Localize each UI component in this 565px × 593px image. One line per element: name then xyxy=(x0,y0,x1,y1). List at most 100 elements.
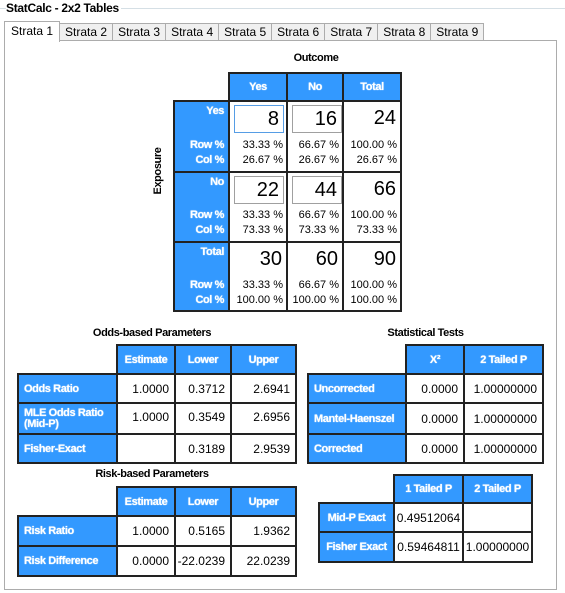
tab-strata-4[interactable]: Strata 4 xyxy=(166,23,220,41)
row-pct-value: 66.67 % xyxy=(298,279,339,291)
col-pct-value: 73.33 % xyxy=(298,224,339,236)
risk-header-lower: Lower xyxy=(174,486,232,517)
row-header-yes: Yes Row % Col % xyxy=(173,100,230,173)
col-pct-label: Col % xyxy=(195,294,224,306)
risk-value: 22.0239 xyxy=(230,545,297,577)
col-pct-label: Col % xyxy=(195,154,224,166)
risk-value: 1.0000 xyxy=(116,515,176,547)
col-pct-value: 26.67 % xyxy=(356,154,397,166)
col-pct-value: 26.67 % xyxy=(298,154,339,166)
risk-title: Risk-based Parameters xyxy=(95,468,209,480)
row-header-no-label: No xyxy=(210,176,224,188)
cell-total-outcome-no: 60 66.67 % 100.00 % xyxy=(286,241,344,312)
tests-header-2-tailed-p: 2 Tailed P xyxy=(463,344,544,375)
row-pct-value: 33.33 % xyxy=(242,139,283,151)
row-header-total: Total Row % Col % xyxy=(173,241,230,312)
risk-value: 1.9362 xyxy=(230,515,297,547)
risk-value: 0.5165 xyxy=(174,515,232,547)
col-pct-value: 100.00 % xyxy=(350,294,397,306)
col-pct-value: 26.67 % xyxy=(242,154,283,166)
row-total-value: 24 xyxy=(373,107,396,129)
risk-header-upper: Upper xyxy=(230,486,297,517)
col-pct-label: Col % xyxy=(195,224,224,236)
grand-total-value: 90 xyxy=(373,248,396,270)
tab-strata-5[interactable]: Strata 5 xyxy=(219,23,273,41)
tests-title: Statistical Tests xyxy=(387,327,464,339)
cell-exposed-yes-outcome-yes: 8 33.33 % 26.67 % xyxy=(228,100,288,173)
row-pct-value: 100.00 % xyxy=(350,139,397,151)
risk-row-label: Risk Difference xyxy=(17,545,118,577)
exact-value: 0.59464811 xyxy=(393,531,464,563)
row-pct-value: 66.67 % xyxy=(298,139,339,151)
row-pct-label: Row % xyxy=(189,139,224,151)
row-pct-value: 33.33 % xyxy=(242,209,283,221)
odds-row-label: Fisher-Exact xyxy=(17,433,118,464)
odds-value: 2.9539 xyxy=(230,433,297,464)
tab-strata-9[interactable]: Strata 9 xyxy=(431,23,485,41)
col-header-no: No xyxy=(286,72,344,102)
col-header-yes: Yes xyxy=(228,72,288,102)
tab-strata-6[interactable]: Strata 6 xyxy=(272,23,326,41)
odds-value: 0.3712 xyxy=(174,373,232,404)
cell-exposed-no-outcome-no: 44 66.67 % 73.33 % xyxy=(286,171,344,243)
tests-row-label: Uncorrected xyxy=(307,373,407,404)
odds-header-estimate: Estimate xyxy=(116,344,176,375)
tests-row-label: Corrected xyxy=(307,433,407,464)
exposure-label: Exposure xyxy=(152,147,164,195)
row-pct-label: Row % xyxy=(189,279,224,291)
cell-grand-total: 90 100.00 % 100.00 % xyxy=(342,241,402,312)
odds-value: 1.0000 xyxy=(116,373,176,404)
tab-strata-2[interactable]: Strata 2 xyxy=(60,23,114,41)
odds-value: 2.6941 xyxy=(230,373,297,404)
tests-value: 1.00000000 xyxy=(463,433,544,464)
col-pct-value: 73.33 % xyxy=(356,224,397,236)
risk-value: -22.0239 xyxy=(174,545,232,577)
risk-value: 0.0000 xyxy=(116,545,176,577)
odds-row-label: MLE Odds Ratio (Mid-P) xyxy=(17,402,118,435)
col-total-value: 60 xyxy=(315,248,338,270)
col-pct-value: 100.00 % xyxy=(292,294,339,306)
exact-value xyxy=(462,502,533,533)
odds-title: Odds-based Parameters xyxy=(92,327,212,339)
odds-value: 0.3549 xyxy=(174,402,232,435)
tests-header-chi-square: X² xyxy=(405,344,465,375)
tests-value: 0.0000 xyxy=(405,402,465,435)
cell-exposed-no-total: 66 100.00 % 73.33 % xyxy=(342,171,402,243)
tab-strata-3[interactable]: Strata 3 xyxy=(113,23,167,41)
exact-value: 0.49512064 xyxy=(393,502,464,533)
outcome-label: Outcome xyxy=(293,52,339,64)
tests-row-label: Mantel-Haenszel xyxy=(307,402,407,435)
row-header-no: No Row % Col % xyxy=(173,171,230,243)
cell-exposed-yes-outcome-no: 16 66.67 % 26.67 % xyxy=(286,100,344,173)
exact-header-1-tailed-p: 1 Tailed P xyxy=(393,474,464,504)
tab-strata-8[interactable]: Strata 8 xyxy=(378,23,432,41)
strata-tabs: Strata 1 Strata 2 Strata 3 Strata 4 Stra… xyxy=(4,21,485,42)
tab-strata-7[interactable]: Strata 7 xyxy=(325,23,379,41)
count-c-input[interactable]: 22 xyxy=(234,176,284,204)
count-b-input[interactable]: 16 xyxy=(292,105,342,133)
col-pct-value: 73.33 % xyxy=(242,224,283,236)
row-pct-value: 100.00 % xyxy=(350,279,397,291)
group-title: StatCalc - 2x2 Tables xyxy=(6,1,121,15)
row-pct-value: 33.33 % xyxy=(242,279,283,291)
row-header-total-label: Total xyxy=(200,246,225,258)
col-total-value: 30 xyxy=(259,248,282,270)
exact-header-2-tailed-p: 2 Tailed P xyxy=(462,474,533,504)
odds-header-lower: Lower xyxy=(174,344,232,375)
col-header-total: Total xyxy=(342,72,402,102)
tests-value: 0.0000 xyxy=(405,433,465,464)
count-a-input[interactable]: 8 xyxy=(234,105,284,133)
tests-value: 1.00000000 xyxy=(463,402,544,435)
risk-header-estimate: Estimate xyxy=(116,486,176,517)
risk-row-label: Risk Ratio xyxy=(17,515,118,547)
tab-strata-1[interactable]: Strata 1 xyxy=(4,21,61,42)
cell-total-outcome-yes: 30 33.33 % 100.00 % xyxy=(228,241,288,312)
col-pct-value: 100.00 % xyxy=(236,294,283,306)
exact-row-label: Fisher Exact xyxy=(318,531,395,563)
odds-header-upper: Upper xyxy=(230,344,297,375)
row-header-yes-label: Yes xyxy=(206,105,224,117)
count-d-input[interactable]: 44 xyxy=(292,176,342,204)
odds-row-label: Odds Ratio xyxy=(17,373,118,404)
odds-value: 2.6956 xyxy=(230,402,297,435)
cell-exposed-no-outcome-yes: 22 33.33 % 73.33 % xyxy=(228,171,288,243)
